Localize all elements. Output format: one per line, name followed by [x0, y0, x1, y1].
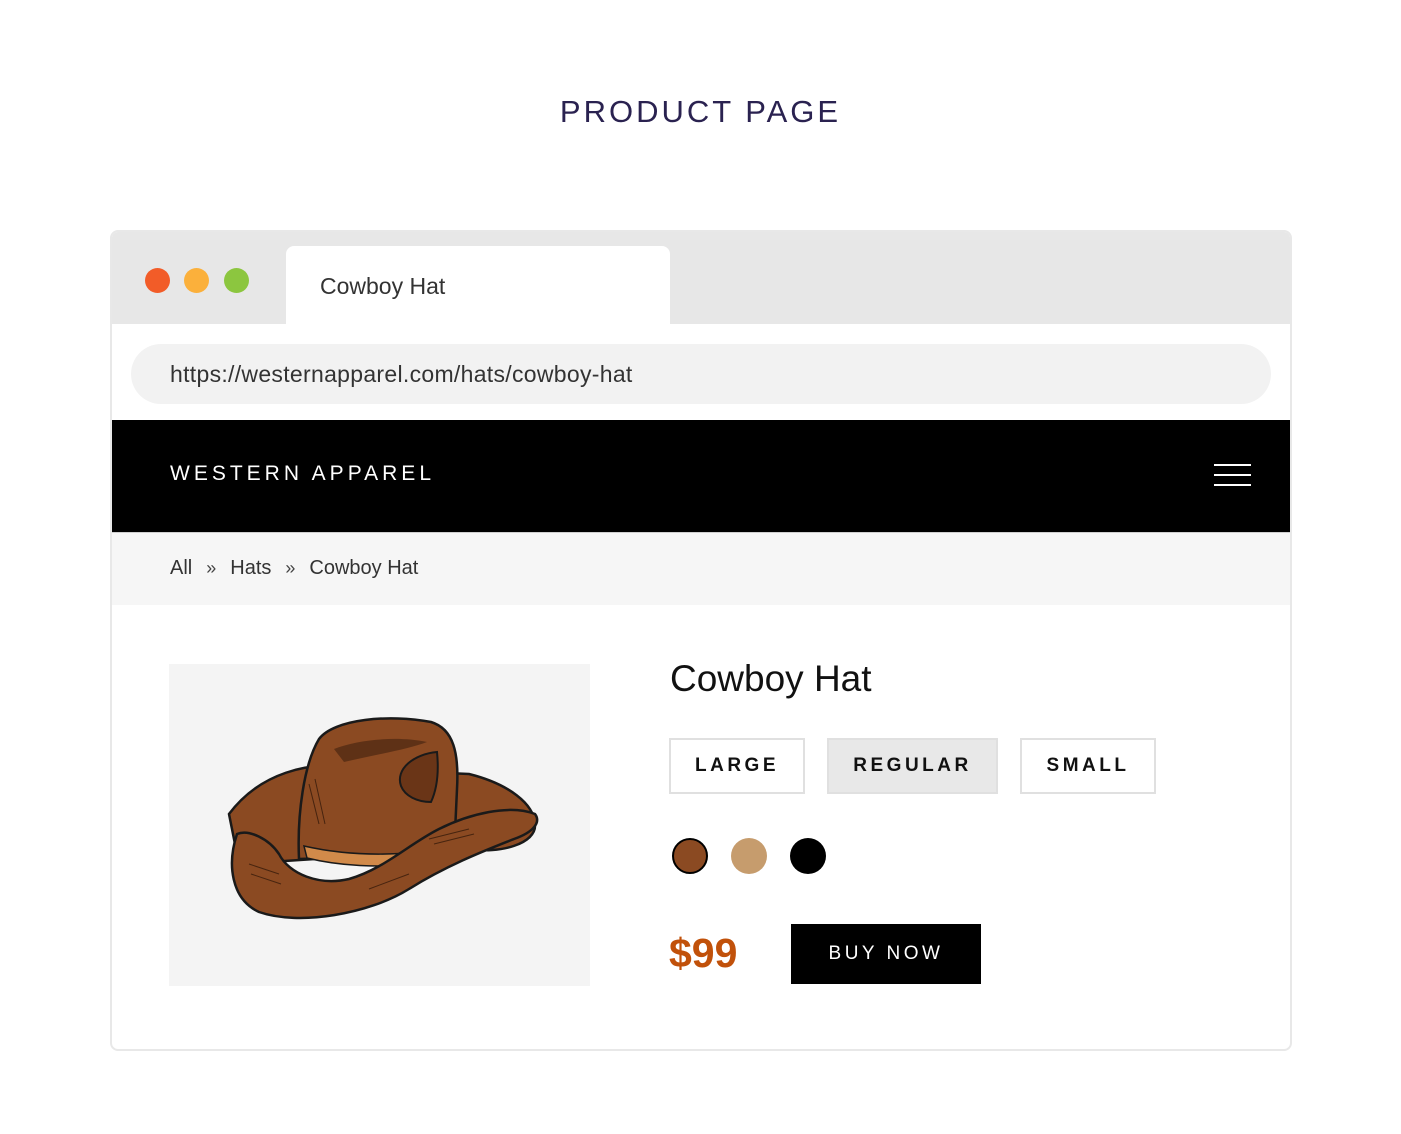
- url-text: https://westernapparel.com/hats/cowboy-h…: [170, 360, 633, 387]
- close-window-button[interactable]: [145, 268, 170, 293]
- buy-now-button[interactable]: BUY NOW: [791, 924, 981, 984]
- menu-line: [1214, 484, 1251, 486]
- product-title: Cowboy Hat: [670, 658, 872, 699]
- cowboy-hat-icon: [227, 717, 539, 920]
- tab-title: Cowboy Hat: [320, 272, 446, 299]
- browser-window: Cowboy Hat https://westernapparel.com/ha…: [110, 230, 1292, 1051]
- breadcrumb-item-current: Cowboy Hat: [309, 557, 419, 579]
- minimize-window-button[interactable]: [184, 268, 209, 293]
- size-options: LARGE REGULAR SMALL: [669, 738, 1156, 794]
- site-logo[interactable]: WESTERN APPAREL: [170, 462, 435, 486]
- product-price: $99: [669, 930, 738, 976]
- address-row: https://westernapparel.com/hats/cowboy-h…: [112, 324, 1290, 422]
- color-swatch-brown[interactable]: [672, 838, 708, 874]
- breadcrumb: All » Hats » Cowboy Hat: [170, 557, 418, 580]
- hamburger-menu-icon[interactable]: [1214, 463, 1251, 487]
- color-options: [672, 838, 849, 874]
- size-option-regular[interactable]: REGULAR: [827, 738, 998, 794]
- browser-tab-active[interactable]: Cowboy Hat: [286, 246, 670, 326]
- browser-titlebar: Cowboy Hat: [112, 232, 1290, 326]
- breadcrumb-bar: All » Hats » Cowboy Hat: [112, 532, 1290, 605]
- color-swatch-black[interactable]: [790, 838, 826, 874]
- size-option-small[interactable]: SMALL: [1020, 738, 1156, 794]
- size-option-large[interactable]: LARGE: [669, 738, 805, 794]
- breadcrumb-item-hats[interactable]: Hats: [230, 557, 271, 580]
- breadcrumb-item-all[interactable]: All: [170, 557, 192, 580]
- breadcrumb-separator: »: [285, 558, 296, 578]
- menu-line: [1214, 474, 1251, 476]
- product-image: [169, 664, 590, 986]
- url-bar[interactable]: https://westernapparel.com/hats/cowboy-h…: [131, 344, 1271, 404]
- page-heading: PRODUCT PAGE: [559, 94, 842, 129]
- color-swatch-tan[interactable]: [731, 838, 767, 874]
- site-navbar: WESTERN APPAREL: [112, 420, 1290, 532]
- breadcrumb-separator: »: [206, 558, 217, 578]
- menu-line: [1214, 464, 1251, 466]
- maximize-window-button[interactable]: [224, 268, 249, 293]
